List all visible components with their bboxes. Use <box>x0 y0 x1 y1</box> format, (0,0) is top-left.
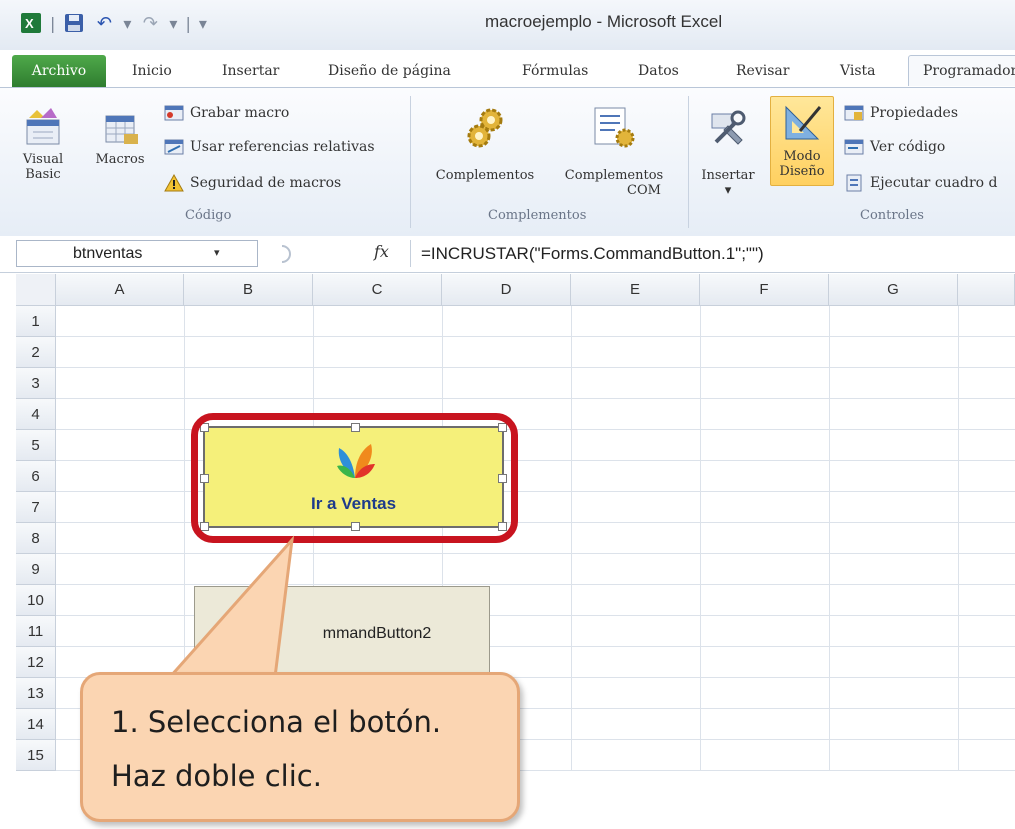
callout-line-1: 1. Selecciona el botón. <box>111 705 442 739</box>
callout-line-2: Haz doble clic. <box>111 759 322 793</box>
instruction-callout: 1. Selecciona el botón. Haz doble clic. <box>80 672 520 822</box>
